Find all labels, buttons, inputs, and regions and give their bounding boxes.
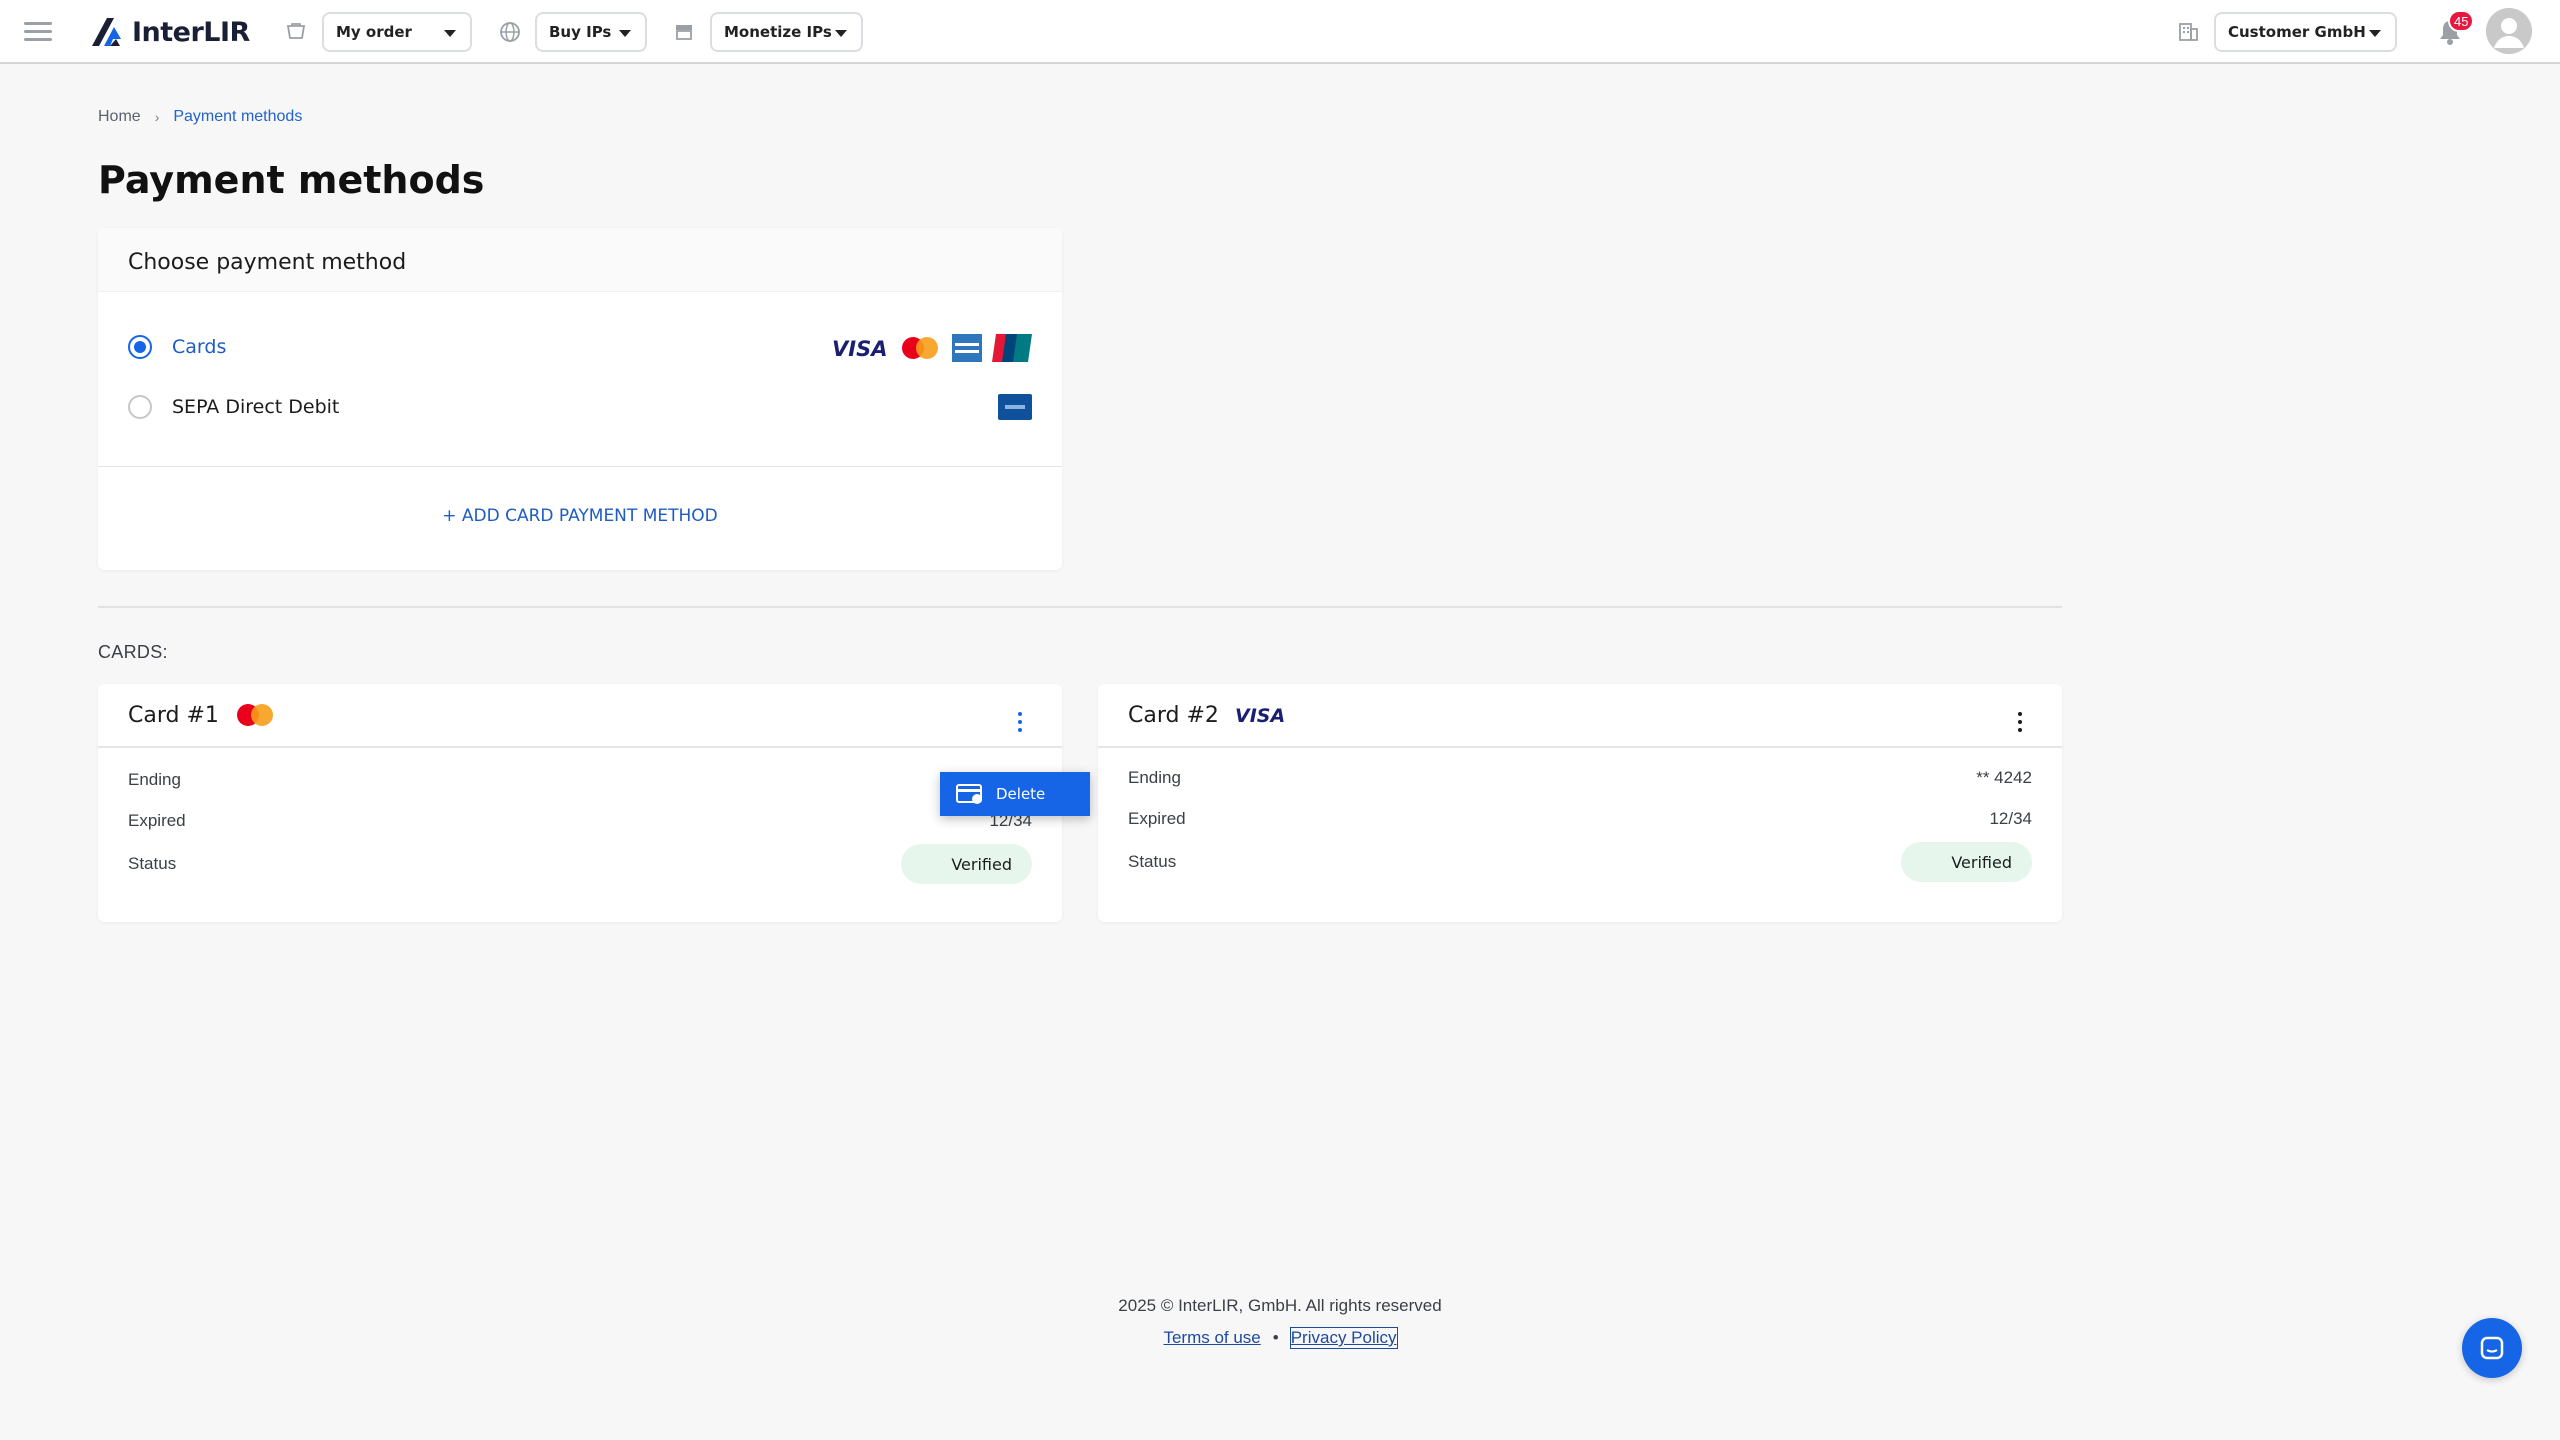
card-2-title: Card #2 bbox=[1128, 702, 1219, 728]
cards-section-label: CARDS: bbox=[98, 642, 168, 662]
svg-text:VISA: VISA bbox=[1235, 705, 1285, 726]
page-title: Payment methods bbox=[98, 158, 485, 202]
avatar[interactable] bbox=[2486, 8, 2532, 54]
breadcrumb: Home › Payment methods bbox=[98, 108, 302, 126]
footer-links: Terms of use • Privacy Policy bbox=[0, 1327, 2560, 1349]
cards-radio[interactable] bbox=[128, 335, 152, 359]
chat-icon bbox=[2480, 1336, 2504, 1360]
expired-value: 12/34 bbox=[1989, 809, 2032, 828]
delete-menu-item[interactable]: Delete bbox=[940, 772, 1090, 816]
buy-ips-dropdown[interactable]: Buy IPs bbox=[535, 12, 647, 52]
amex-icon bbox=[952, 334, 982, 362]
chat-button[interactable] bbox=[2462, 1318, 2522, 1378]
sepa-icon bbox=[998, 394, 1032, 420]
payment-method-panel: Choose payment method Cards VISA SEPA Di… bbox=[98, 228, 1062, 570]
menu-icon[interactable] bbox=[24, 22, 52, 42]
terms-of-use-link[interactable]: Terms of use bbox=[1163, 1328, 1260, 1348]
top-bar: InterLIR My order Buy IPs Monetize IPs C… bbox=[0, 0, 2560, 64]
status-badge: Verified bbox=[1901, 842, 2032, 882]
status-label: Status bbox=[1128, 852, 1177, 871]
user-icon bbox=[2486, 8, 2532, 54]
monetize-ips-label: Monetize IPs bbox=[724, 23, 832, 41]
card-delete-icon bbox=[956, 784, 982, 804]
payment-option-sepa[interactable]: SEPA Direct Debit bbox=[128, 392, 339, 422]
card-2: Card #2 VISA Ending ** 4242 Expired 12/3… bbox=[1098, 684, 2062, 922]
chevron-down-icon bbox=[444, 30, 456, 37]
card-2-status-row: Status bbox=[1128, 850, 2032, 874]
card-1: Card #1 Ending Expired 12/34 Status Veri… bbox=[98, 684, 1062, 922]
bullet: • bbox=[1272, 1328, 1279, 1347]
ending-label: Ending bbox=[1128, 768, 1181, 787]
ending-value: ** 4242 bbox=[1976, 768, 2032, 787]
card-1-expired-row: Expired 12/34 bbox=[128, 809, 1032, 833]
card-1-ending-row: Ending bbox=[128, 768, 1032, 792]
logo[interactable]: InterLIR bbox=[90, 14, 250, 50]
expired-label: Expired bbox=[1128, 809, 1186, 828]
sepa-label: SEPA Direct Debit bbox=[172, 396, 340, 418]
mastercard-icon bbox=[236, 704, 273, 726]
chevron-right-icon: › bbox=[154, 109, 160, 125]
card-2-more-icon[interactable] bbox=[2016, 712, 2024, 736]
cards-label: Cards bbox=[172, 336, 227, 358]
card-2-expired-row: Expired 12/34 bbox=[1128, 807, 2032, 831]
privacy-policy-link[interactable]: Privacy Policy bbox=[1289, 1327, 1398, 1349]
buy-ips-label: Buy IPs bbox=[549, 23, 612, 41]
status-label: Status bbox=[128, 854, 177, 873]
card-1-title: Card #1 bbox=[128, 702, 219, 728]
store-icon bbox=[676, 25, 692, 40]
add-card-payment-method-button[interactable]: + ADD CARD PAYMENT METHOD bbox=[98, 506, 1062, 526]
breadcrumb-current[interactable]: Payment methods bbox=[173, 108, 302, 126]
status-badge: Verified bbox=[901, 844, 1032, 884]
copyright: 2025 © InterLIR, GmbH. All rights reserv… bbox=[1118, 1296, 1442, 1315]
divider bbox=[98, 466, 1062, 467]
expired-label: Expired bbox=[128, 811, 186, 830]
building-icon bbox=[2179, 23, 2198, 41]
my-order-dropdown[interactable]: My order bbox=[322, 12, 472, 52]
card-1-header: Card #1 bbox=[98, 684, 1062, 748]
delete-label: Delete bbox=[996, 785, 1046, 803]
company-label: Customer GmbH bbox=[2228, 23, 2366, 41]
globe-icon bbox=[500, 22, 520, 42]
sepa-logo bbox=[998, 394, 1032, 420]
card-1-status-row: Status bbox=[128, 852, 1032, 876]
visa-icon: VISA bbox=[832, 337, 887, 359]
card-2-ending-row: Ending ** 4242 bbox=[1128, 766, 2032, 790]
cart-icon bbox=[286, 23, 306, 39]
card-1-more-icon[interactable] bbox=[1016, 712, 1024, 736]
interlir-logo-icon bbox=[92, 18, 121, 46]
card-brand-logos: VISA bbox=[830, 334, 1032, 362]
visa-icon: VISA bbox=[1235, 705, 1285, 726]
my-order-label: My order bbox=[336, 23, 412, 41]
notification-badge: 45 bbox=[2448, 10, 2475, 32]
chevron-down-icon bbox=[2369, 30, 2381, 37]
svg-text:VISA: VISA bbox=[832, 337, 887, 359]
card-2-header: Card #2 VISA bbox=[1098, 684, 2062, 748]
payment-method-heading: Choose payment method bbox=[98, 228, 1062, 292]
sepa-radio[interactable] bbox=[128, 395, 152, 419]
monetize-ips-dropdown[interactable]: Monetize IPs bbox=[710, 12, 863, 52]
logo-text: InterLIR bbox=[132, 16, 250, 48]
section-divider bbox=[98, 606, 2062, 608]
payment-option-cards[interactable]: Cards bbox=[128, 332, 226, 362]
chevron-down-icon bbox=[835, 30, 847, 37]
footer: 2025 © InterLIR, GmbH. All rights reserv… bbox=[0, 1296, 2560, 1349]
mastercard-icon bbox=[902, 337, 938, 359]
company-dropdown[interactable]: Customer GmbH bbox=[2214, 12, 2397, 52]
breadcrumb-home[interactable]: Home bbox=[98, 108, 141, 126]
ending-label: Ending bbox=[128, 770, 181, 789]
unionpay-icon bbox=[992, 334, 1032, 362]
chevron-down-icon bbox=[619, 30, 631, 37]
